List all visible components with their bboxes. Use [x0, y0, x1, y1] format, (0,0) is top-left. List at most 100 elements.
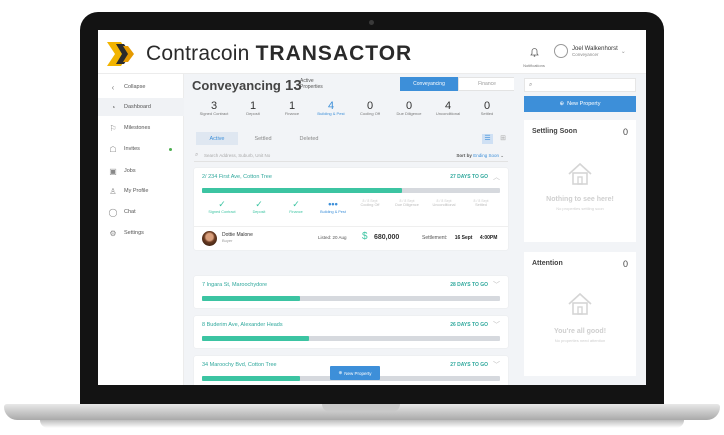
right-search-input[interactable]: ⌕ — [524, 78, 636, 92]
stat-label: Deposit — [246, 111, 260, 116]
new-property-button[interactable]: ⊕ New Property — [524, 96, 636, 112]
notifications-button[interactable]: Notifications — [522, 44, 546, 68]
empty-state-subtitle: No properties settling soon — [556, 206, 604, 211]
laptop-shadow — [40, 420, 684, 428]
sidebar-item-chat[interactable]: ◯ Chat — [98, 203, 184, 221]
days-to-go: 27 DAYS TO GO — [450, 362, 488, 368]
chevron-down-icon[interactable]: ﹀ — [493, 320, 500, 330]
panel-count: 0 — [622, 259, 628, 269]
brand-name: Contracoin TRANSACTOR — [146, 42, 412, 66]
stat-signed-contract[interactable]: 3 Signed Contract — [194, 100, 234, 117]
settlement-time: 4:00PM — [479, 235, 498, 241]
progress-fill — [202, 376, 301, 381]
step-label: Building & Pest — [320, 210, 346, 214]
stat-finance[interactable]: 1 Finance — [272, 100, 312, 117]
sidebar-item-label: Invites — [124, 146, 140, 152]
panel-title: Attention — [532, 260, 563, 267]
sidebar-item-jobs[interactable]: ▣ Jobs — [98, 162, 184, 180]
chevron-down-icon[interactable]: ﹀ — [493, 360, 500, 370]
days-to-go: 27 DAYS TO GO — [450, 174, 488, 180]
search-input[interactable]: Search Address, Suburb, Unit No — [204, 153, 270, 158]
house-icon — [568, 292, 592, 315]
sidebar-item-invites[interactable]: ☖ Invites — [98, 140, 184, 158]
property-address[interactable]: 2/ 234 First Ave, Cotton Tree — [202, 174, 272, 180]
sidebar-item-settings[interactable]: ⚙ Settings — [98, 224, 184, 242]
tab-deleted[interactable]: Deleted — [288, 132, 330, 145]
chevron-down-icon[interactable]: ﹀ — [493, 280, 500, 290]
avatar — [202, 231, 217, 246]
search-icon: ⌕ — [195, 152, 199, 158]
property-card[interactable]: 7 Ingara St, Maroochydore 28 DAYS TO GO … — [194, 276, 508, 308]
property-address[interactable]: 34 Maroochy Bvd, Cotton Tree — [202, 362, 277, 368]
tab-settled[interactable]: Settled — [242, 132, 284, 145]
sidebar-item-label: Chat — [124, 209, 136, 215]
tab-active[interactable]: Active — [196, 132, 238, 145]
sidebar-item-milestones[interactable]: ⚐ Milestones — [98, 119, 184, 137]
laptop-mockup: Contracoin TRANSACTOR Notifications Joel… — [0, 0, 724, 435]
grid-view-icon[interactable]: ⊞ — [498, 134, 508, 144]
stat-deposit[interactable]: 1 Deposit — [233, 100, 273, 117]
property-price: 680,000 — [374, 234, 400, 241]
settling-soon-panel: Settling Soon 0 Nothing to see here! No … — [524, 120, 636, 242]
sidebar: ‹ Collapse ◔ Dashboard ⚐ Milestones ☖ Invite… — [98, 74, 184, 385]
progress-fill — [202, 188, 402, 193]
progress-bar — [202, 296, 500, 301]
sidebar-item-label: Dashboard — [124, 104, 151, 110]
main-content: Conveyancing 13 Active Properties Conveya… — [184, 74, 516, 385]
user-avatar — [554, 44, 568, 58]
panel-count: 0 — [622, 127, 628, 137]
sidebar-item-label: Collapse — [124, 84, 146, 90]
laptop-notch — [322, 404, 400, 412]
stat-label: Finance — [284, 111, 300, 116]
sidebar-item-collapse[interactable]: ‹ Collapse — [98, 78, 184, 96]
stat-building-pest[interactable]: 4 Building & Pest — [311, 100, 351, 117]
toggle-conveyancing[interactable]: Conveyancing — [400, 77, 458, 91]
sort-dropdown[interactable]: Sort by Ending Soon ⌄ — [456, 153, 504, 159]
sort-value: Ending Soon — [473, 153, 499, 158]
chevron-left-icon: ‹ — [111, 82, 115, 92]
check-circle-icon: ✓ — [218, 199, 226, 209]
sidebar-item-my-profile[interactable]: ♙ My Profile — [98, 182, 184, 200]
days-to-go: 28 DAYS TO GO — [450, 282, 488, 288]
brand-logo[interactable]: Contracoin TRANSACTOR — [104, 39, 412, 69]
property-card[interactable]: 2/ 234 First Ave, Cotton Tree 27 DAYS TO… — [194, 168, 508, 250]
notifications-label: Notifications — [523, 63, 545, 68]
top-bar: Contracoin TRANSACTOR Notifications Joel… — [98, 30, 646, 74]
property-address[interactable]: 8 Buderim Ave, Alexander Heads — [202, 322, 283, 328]
stat-due-diligence[interactable]: 0 Due Diligence — [389, 100, 429, 117]
ellipsis-icon: ••• — [328, 199, 338, 209]
user-menu[interactable]: Joel Walkenhorst Conveyancer ⌄ — [554, 44, 626, 58]
empty-state-title: Nothing to see here! — [546, 196, 614, 203]
user-role: Conveyancer — [572, 51, 599, 57]
step-deposit: ✓ Deposit — [239, 199, 279, 215]
active-label-line2: Properties — [300, 84, 323, 90]
gear-icon: ⚙ — [109, 228, 117, 238]
empty-state-subtitle: No properties need attention — [554, 338, 606, 343]
sidebar-item-label: Jobs — [124, 168, 136, 174]
milestone-stats: 3 Signed Contract 1 Deposit 1 Finance 4 Buil… — [194, 100, 506, 130]
step-unconditional: 8 / 8 Sept Unconditional — [424, 199, 464, 208]
brand-name-bold: TRANSACTOR — [255, 42, 413, 65]
list-view-icon[interactable]: ☰ — [482, 134, 493, 144]
sidebar-item-dashboard[interactable]: ◔ Dashboard — [98, 98, 184, 116]
new-property-button-bottom[interactable]: ⊕ New Property — [330, 366, 380, 380]
step-label: Settled — [475, 203, 487, 207]
milestone-steps: ✓ Signed Contract ✓ Deposit ✓ Finance ••• Bu… — [202, 199, 500, 223]
chevron-up-icon[interactable]: ︿ — [493, 172, 500, 182]
sidebar-item-label: Settings — [124, 230, 144, 236]
empty-state-title: You're all good! — [553, 328, 607, 335]
toggle-finance[interactable]: Finance — [458, 77, 516, 91]
invite-icon: ☖ — [109, 144, 117, 154]
stat-cooling-off[interactable]: 0 Cooling Off — [350, 100, 390, 117]
stat-unconditional[interactable]: 4 Unconditional — [428, 100, 468, 117]
stat-label: Cooling Off — [360, 111, 380, 116]
step-signed-contract: ✓ Signed Contract — [202, 199, 242, 215]
property-search[interactable]: ⌕ Search Address, Suburb, Unit No Sort b… — [194, 150, 508, 162]
chevron-down-icon: ⌄ — [620, 48, 626, 55]
property-address[interactable]: 7 Ingara St, Maroochydore — [202, 282, 267, 288]
stat-settled[interactable]: 0 Settled — [467, 100, 507, 117]
step-label: Unconditional — [432, 203, 456, 207]
property-card[interactable]: 8 Buderim Ave, Alexander Heads 26 DAYS T… — [194, 316, 508, 348]
new-property-label: New Property — [344, 370, 372, 376]
step-label: Finance — [289, 210, 303, 214]
